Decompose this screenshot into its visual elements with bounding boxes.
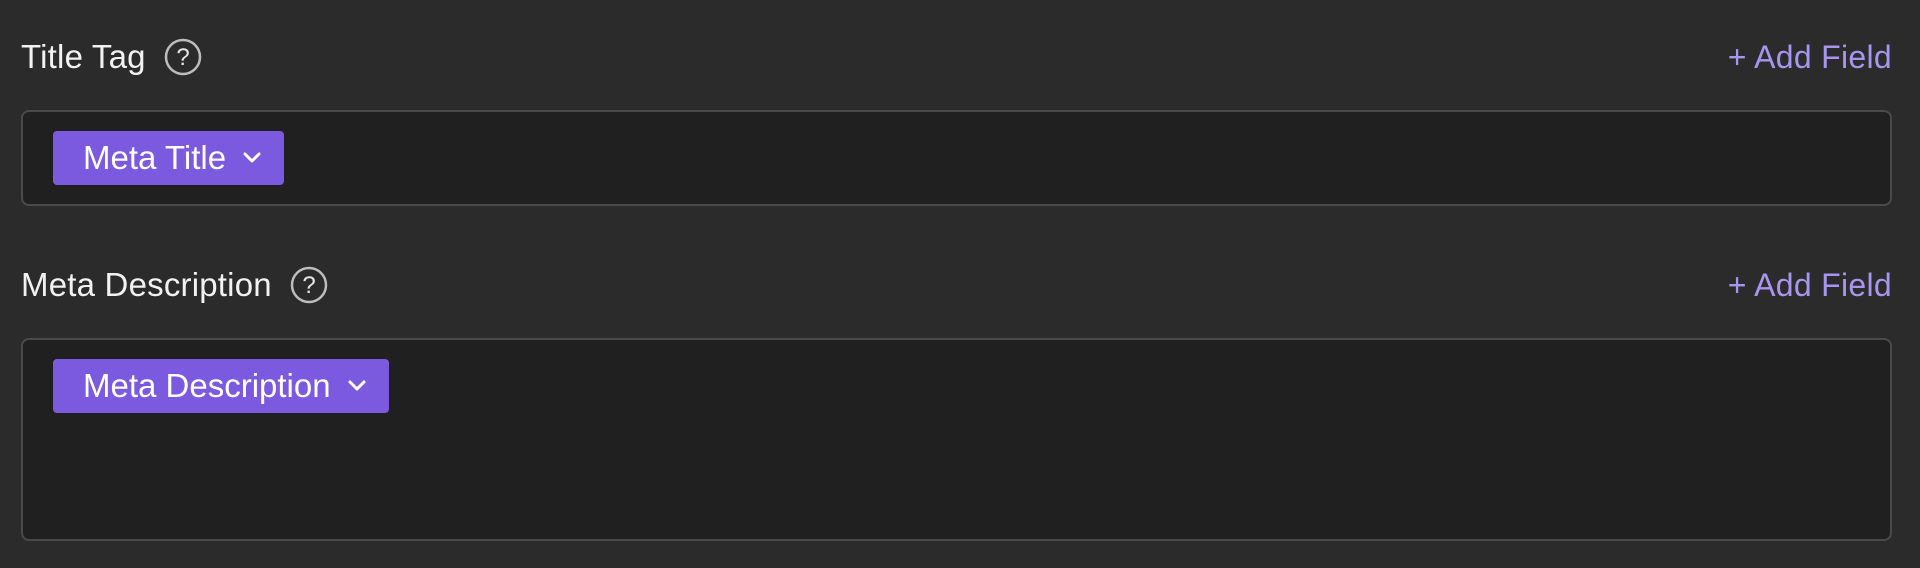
chevron-down-icon[interactable] <box>242 148 262 168</box>
title-tag-field[interactable]: Meta Title <box>21 110 1892 206</box>
question-circle-icon: ? <box>290 266 328 304</box>
help-icon[interactable]: ? <box>290 266 328 304</box>
help-icon[interactable]: ? <box>164 38 202 76</box>
svg-text:?: ? <box>176 44 189 71</box>
question-circle-icon: ? <box>164 38 201 76</box>
meta-title-token[interactable]: Meta Title <box>53 131 285 185</box>
meta-description-add-field-link[interactable]: + Add Field <box>1728 267 1892 304</box>
meta-description-token[interactable]: Meta Description <box>53 359 389 413</box>
meta-description-field[interactable]: Meta Description <box>21 338 1892 541</box>
title-tag-section: Title Tag ? + Add Field Meta Title <box>21 31 1892 206</box>
meta-description-label: Meta Description <box>21 266 272 303</box>
title-tag-label: Title Tag <box>21 38 146 75</box>
chevron-down-icon[interactable] <box>347 376 367 396</box>
title-tag-header: Title Tag ? + Add Field <box>21 31 1892 83</box>
meta-description-section: Meta Description ? + Add Field Meta Desc… <box>21 259 1892 541</box>
title-tag-label-group: Title Tag ? <box>21 38 202 76</box>
meta-description-header: Meta Description ? + Add Field <box>21 259 1892 311</box>
seo-fields-panel: Title Tag ? + Add Field Meta Title Meta … <box>0 0 1920 568</box>
meta-title-token-label: Meta Title <box>83 139 227 176</box>
svg-text:?: ? <box>302 272 315 299</box>
title-tag-add-field-link[interactable]: + Add Field <box>1728 39 1892 76</box>
meta-description-label-group: Meta Description ? <box>21 266 328 304</box>
meta-description-token-label: Meta Description <box>83 367 331 404</box>
